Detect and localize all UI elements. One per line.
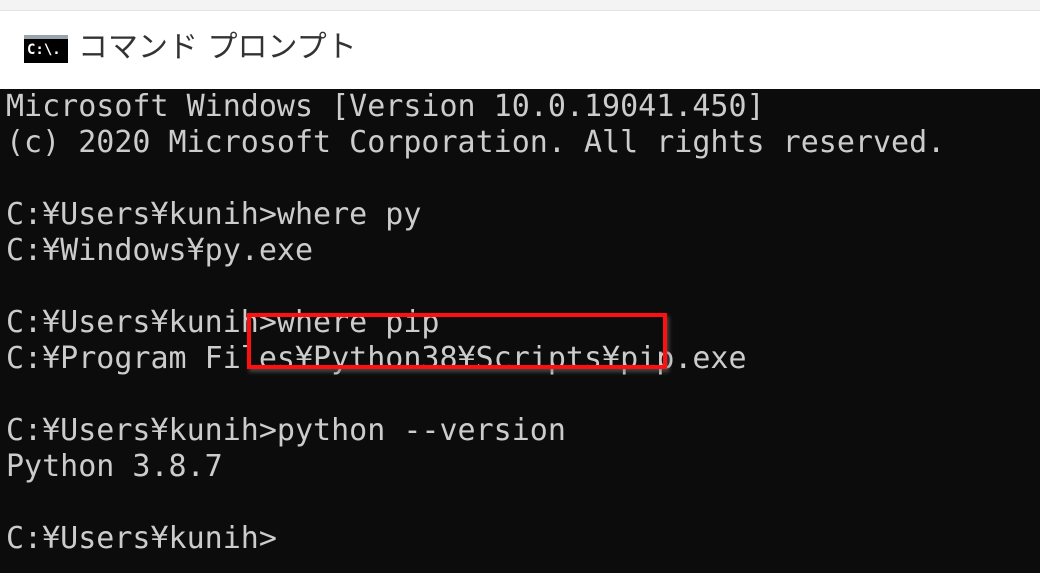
command-prompt-window: C:\. コマンド プロンプト Microsoft Windows [Versi… <box>0 0 1040 573</box>
console-line-where-py-command: C:¥Users¥kunih>where py <box>6 197 422 232</box>
console-line-where-pip-command: C:¥Users¥kunih>where pip <box>6 305 440 340</box>
command-prompt-icon-label: C:\. <box>27 42 61 58</box>
title-bar[interactable]: C:\. コマンド プロンプト <box>0 0 1040 89</box>
console-output[interactable]: Microsoft Windows [Version 10.0.19041.45… <box>0 89 1040 573</box>
console-line-python-version-result: Python 3.8.7 <box>6 449 223 484</box>
console-line-where-pip-result: C:¥Program Files¥Python38¥Scripts¥pip.ex… <box>6 341 747 376</box>
console-line-where-py-result: C:¥Windows¥py.exe <box>6 233 314 268</box>
window-title: コマンド プロンプト <box>78 30 357 65</box>
command-prompt-icon[interactable]: C:\. <box>24 35 68 63</box>
console-line-python-version-command: C:¥Users¥kunih>python --version <box>6 413 566 448</box>
console-line-prompt[interactable]: C:¥Users¥kunih> <box>6 521 277 557</box>
console-line-version: Microsoft Windows [Version 10.0.19041.45… <box>6 89 765 124</box>
background-window-strip <box>0 0 1040 11</box>
console-line-copyright: (c) 2020 Microsoft Corporation. All righ… <box>6 125 946 160</box>
